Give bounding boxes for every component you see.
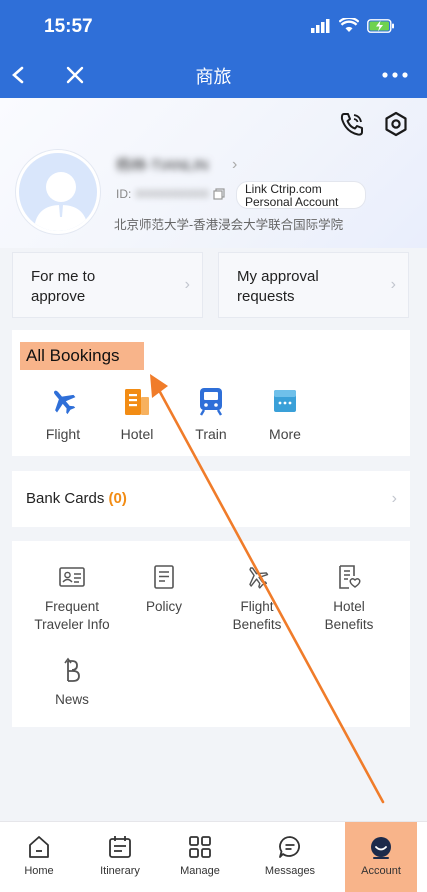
tab-messages[interactable]: Messages xyxy=(254,822,326,892)
tab-itinerary-label: Itinerary xyxy=(100,865,140,877)
all-bookings-title[interactable]: All Bookings xyxy=(20,342,144,370)
chat-icon xyxy=(279,836,300,858)
tab-account-label: Account xyxy=(361,865,401,877)
flight-label: Flight xyxy=(45,426,81,442)
flight-benefit-icon xyxy=(249,567,269,589)
grid-icon xyxy=(189,836,211,858)
chevron-right-icon: › xyxy=(390,276,396,293)
train-label: Train xyxy=(195,426,227,442)
more-grid-icon xyxy=(274,390,296,412)
user-name[interactable]: 杨林-TIANLIN xyxy=(116,154,209,175)
phone-icon[interactable] xyxy=(338,110,366,138)
signal-icon xyxy=(311,18,330,33)
booking-train[interactable]: Train xyxy=(179,386,243,442)
train-icon xyxy=(199,388,223,416)
my-approval-requests-card[interactable]: My approval requests › xyxy=(218,252,409,318)
account-badge-line2: Personal Account xyxy=(245,195,339,209)
booking-more[interactable]: More xyxy=(253,386,317,442)
id-label: ID: xyxy=(116,187,132,201)
hotel-benefits-line1: Hotel xyxy=(333,599,365,614)
tab-home[interactable]: Home xyxy=(3,822,75,892)
for-me-line2: approve xyxy=(31,288,86,305)
bank-cards-label[interactable]: Bank Cards (0) xyxy=(26,490,127,507)
chevron-right-icon: › xyxy=(391,490,397,507)
my-requests-line1: My approval xyxy=(237,268,319,285)
calendar-icon xyxy=(109,836,131,858)
profile-chevron-icon[interactable]: › xyxy=(232,156,237,174)
top-bar: 15:57 商旅 xyxy=(0,0,427,98)
for-me-to-approve-card[interactable]: For me to approve › xyxy=(12,252,203,318)
flight-benefits-line1: Flight xyxy=(240,599,274,614)
more-options-icon[interactable] xyxy=(381,70,409,80)
bottom-tab-bar: Home Itinerary Manage Messages Account xyxy=(0,821,427,892)
id-value: 00000000000 xyxy=(135,187,209,201)
news-label: News xyxy=(55,692,89,707)
hotel-benefits-line2: Benefits xyxy=(324,617,374,632)
chevron-right-icon: › xyxy=(184,276,190,293)
airplane-icon xyxy=(53,390,76,415)
news-icon xyxy=(64,657,80,682)
flight-benefits-line2: Benefits xyxy=(232,617,282,632)
bank-cards-text: Bank Cards xyxy=(26,490,105,507)
organization-name: 北京师范大学-香港浸会大学联合国际学院 xyxy=(114,218,344,232)
hotel-label: Hotel xyxy=(120,426,154,442)
booking-hotel[interactable]: Hotel xyxy=(105,386,169,442)
hotel-benefit-icon xyxy=(339,565,361,589)
my-requests-line2: requests xyxy=(237,288,295,305)
tab-home-label: Home xyxy=(24,865,54,877)
hotel-building-icon xyxy=(125,389,149,415)
booking-flight[interactable]: Flight xyxy=(31,386,95,442)
status-icons xyxy=(311,18,395,33)
user-id-row: ID: 00000000000 xyxy=(116,187,225,201)
avatar[interactable] xyxy=(16,150,100,234)
tab-manage[interactable]: Manage xyxy=(164,822,236,892)
tab-itinerary[interactable]: Itinerary xyxy=(84,822,156,892)
id-card-icon xyxy=(59,567,85,587)
document-icon xyxy=(154,565,174,589)
status-time: 15:57 xyxy=(44,16,93,37)
tab-account[interactable]: Account xyxy=(345,822,417,892)
service-news[interactable]: News xyxy=(17,657,127,709)
for-me-line1: For me to xyxy=(31,268,96,285)
bank-cards-count: (0) xyxy=(108,490,127,507)
wifi-icon xyxy=(339,18,359,32)
copy-icon[interactable] xyxy=(213,188,225,200)
page-title: 商旅 xyxy=(195,67,232,87)
account-type-badge: Link Ctrip.com Personal Account xyxy=(236,181,366,209)
frequent-line2: Traveler Info xyxy=(34,617,110,632)
settings-hexagon-icon[interactable] xyxy=(382,110,410,138)
more-label: More xyxy=(269,426,301,442)
tab-manage-label: Manage xyxy=(180,865,220,877)
frequent-line1: Frequent xyxy=(44,599,100,614)
account-icon xyxy=(371,837,391,859)
home-icon xyxy=(29,836,49,858)
service-hotel-benefits[interactable]: Hotel Benefits xyxy=(294,564,404,634)
tab-messages-label: Messages xyxy=(264,865,316,877)
battery-charging-icon xyxy=(367,18,394,33)
